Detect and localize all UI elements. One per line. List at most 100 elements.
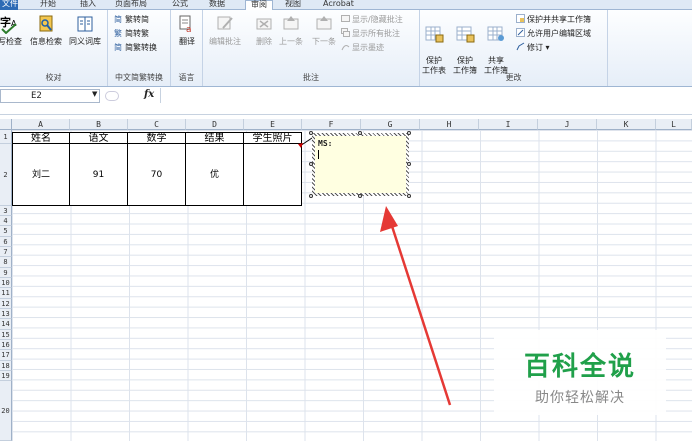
row-header-5[interactable]: 5 bbox=[0, 226, 12, 237]
text-cursor bbox=[318, 150, 319, 159]
cell-d2[interactable]: 优 bbox=[186, 144, 244, 206]
column-header-e[interactable]: E bbox=[244, 119, 302, 130]
spelling-button[interactable]: 字A 写检查 bbox=[0, 14, 22, 47]
row-header-8[interactable]: 8 bbox=[0, 257, 12, 268]
resize-handle-top[interactable] bbox=[358, 131, 362, 135]
cell-d1[interactable]: 结果 bbox=[186, 132, 244, 144]
cell-a1[interactable]: 姓名 bbox=[12, 132, 70, 144]
comment-box[interactable]: MS: bbox=[312, 133, 409, 196]
row-header-7[interactable]: 7 bbox=[0, 247, 12, 257]
track-changes-button[interactable]: 修订 ▾ bbox=[516, 42, 550, 54]
tab-formulas[interactable]: 公式 bbox=[172, 0, 188, 10]
row-header-19[interactable]: 19 bbox=[0, 371, 12, 381]
row-header-17[interactable]: 17 bbox=[0, 350, 12, 361]
tab-acrobat[interactable]: Acrobat bbox=[323, 0, 354, 10]
cell-e2[interactable] bbox=[244, 144, 302, 206]
cell-e1[interactable]: 学生照片 bbox=[244, 132, 302, 144]
row-header-10[interactable]: 10 bbox=[0, 278, 12, 288]
formula-input[interactable] bbox=[160, 88, 692, 103]
track-changes-icon bbox=[516, 42, 525, 51]
row-header-9[interactable]: 9 bbox=[0, 268, 12, 278]
show-hide-comment-button[interactable]: 显示/隐藏批注 bbox=[341, 14, 403, 26]
row-header-11[interactable]: 11 bbox=[0, 288, 12, 299]
thesaurus-book-icon bbox=[77, 16, 93, 32]
column-header-c[interactable]: C bbox=[128, 119, 186, 130]
tab-file[interactable]: 文件 bbox=[0, 0, 18, 10]
tab-data[interactable]: 数据 bbox=[209, 0, 225, 10]
show-all-comments-button[interactable]: 显示所有批注 bbox=[341, 28, 400, 40]
insert-function-button[interactable]: fx bbox=[144, 89, 154, 100]
show-ink-button[interactable]: 显示墨迹 bbox=[341, 42, 384, 54]
previous-comment-button[interactable]: 上一条 bbox=[279, 14, 303, 47]
group-label-comments: 批注 bbox=[303, 73, 319, 82]
previous-comment-icon bbox=[283, 16, 299, 30]
to-traditional-button[interactable]: 繁简转繁 bbox=[114, 28, 149, 40]
svg-text:繁: 繁 bbox=[114, 28, 122, 37]
resize-handle-bottom-right[interactable] bbox=[407, 194, 411, 198]
resize-handle-top-right[interactable] bbox=[407, 131, 411, 135]
column-header-j[interactable]: J bbox=[538, 119, 597, 130]
protect-sheet-button[interactable]: 保护 工作表 bbox=[422, 14, 446, 76]
tab-insert[interactable]: 插入 bbox=[80, 0, 96, 10]
tab-view[interactable]: 视图 bbox=[285, 0, 301, 10]
name-box-dropdown-icon[interactable]: ▼ bbox=[92, 90, 97, 98]
resize-handle-right[interactable] bbox=[407, 162, 411, 166]
cell-c2[interactable]: 70 bbox=[128, 144, 186, 206]
select-all-corner[interactable] bbox=[0, 119, 12, 130]
thesaurus-button[interactable]: 同义词库 bbox=[69, 14, 101, 47]
resize-handle-top-left[interactable] bbox=[309, 131, 313, 135]
row-header-2[interactable]: 2 bbox=[0, 144, 12, 206]
column-header-d[interactable]: D bbox=[186, 119, 244, 130]
chevron-down-icon: ▾ bbox=[543, 43, 550, 52]
protect-workbook-icon bbox=[456, 26, 475, 43]
allow-edit-ranges-button[interactable]: 允许用户编辑区域 bbox=[516, 28, 591, 40]
row-header-4[interactable]: 4 bbox=[0, 216, 12, 226]
translate-icon: a bbox=[179, 15, 192, 34]
column-header-g[interactable]: G bbox=[361, 119, 420, 130]
translate-button[interactable]: a 翻译 bbox=[177, 14, 197, 47]
next-comment-button[interactable]: 下一条 bbox=[312, 14, 336, 47]
cell-b2[interactable]: 91 bbox=[70, 144, 128, 206]
row-header-20[interactable]: 20 bbox=[0, 381, 12, 441]
resize-handle-bottom-left[interactable] bbox=[309, 194, 313, 198]
svg-text:字: 字 bbox=[0, 15, 11, 29]
row-header-15[interactable]: 15 bbox=[0, 330, 12, 340]
name-box[interactable]: E2 bbox=[0, 89, 100, 103]
row-header-3[interactable]: 3 bbox=[0, 206, 12, 216]
row-header-1[interactable]: 1 bbox=[0, 130, 12, 144]
column-header-h[interactable]: H bbox=[420, 119, 479, 130]
column-header-f[interactable]: F bbox=[302, 119, 361, 130]
formula-bar: E2 ▼ fx bbox=[0, 87, 692, 115]
show-all-comments-icon bbox=[341, 28, 350, 37]
protect-workbook-button[interactable]: 保护 工作簿 bbox=[453, 14, 477, 76]
row-header-14[interactable]: 14 bbox=[0, 319, 12, 330]
cell-b1[interactable]: 语文 bbox=[70, 132, 128, 144]
column-header-b[interactable]: B bbox=[70, 119, 128, 130]
share-workbook-button[interactable]: 共享 工作簿 bbox=[484, 14, 508, 76]
row-header-12[interactable]: 12 bbox=[0, 299, 12, 309]
allow-edit-ranges-icon bbox=[516, 28, 525, 37]
column-header-k[interactable]: K bbox=[597, 119, 656, 130]
resize-handle-bottom[interactable] bbox=[358, 194, 362, 198]
cell-a2[interactable]: 刘二 bbox=[12, 144, 70, 206]
cell-c1[interactable]: 数学 bbox=[128, 132, 186, 144]
row-header-18[interactable]: 18 bbox=[0, 361, 12, 371]
delete-comment-button[interactable]: 删除 bbox=[254, 14, 274, 47]
protect-share-workbook-button[interactable]: 保护并共享工作簿 bbox=[516, 14, 591, 26]
row-header-16[interactable]: 16 bbox=[0, 340, 12, 350]
tab-home[interactable]: 开始 bbox=[40, 0, 56, 10]
column-header-l[interactable]: L bbox=[656, 119, 692, 130]
research-button[interactable]: 信息检索 bbox=[30, 14, 62, 47]
share-workbook-icon bbox=[487, 26, 504, 41]
row-header-13[interactable]: 13 bbox=[0, 309, 12, 319]
resize-handle-left[interactable] bbox=[309, 162, 313, 166]
to-simplified-button[interactable]: 简繁转简 bbox=[114, 14, 149, 26]
column-header-a[interactable]: A bbox=[12, 119, 70, 130]
convert-chinese-button[interactable]: 简简繁转换 bbox=[114, 42, 157, 54]
row-header-6[interactable]: 6 bbox=[0, 237, 12, 247]
tab-page-layout[interactable]: 页面布局 bbox=[115, 0, 147, 10]
show-ink-icon bbox=[341, 45, 350, 51]
column-header-i[interactable]: I bbox=[479, 119, 538, 130]
edit-comment-button[interactable]: 编辑批注 bbox=[209, 14, 241, 47]
show-hide-comment-icon bbox=[341, 15, 350, 22]
